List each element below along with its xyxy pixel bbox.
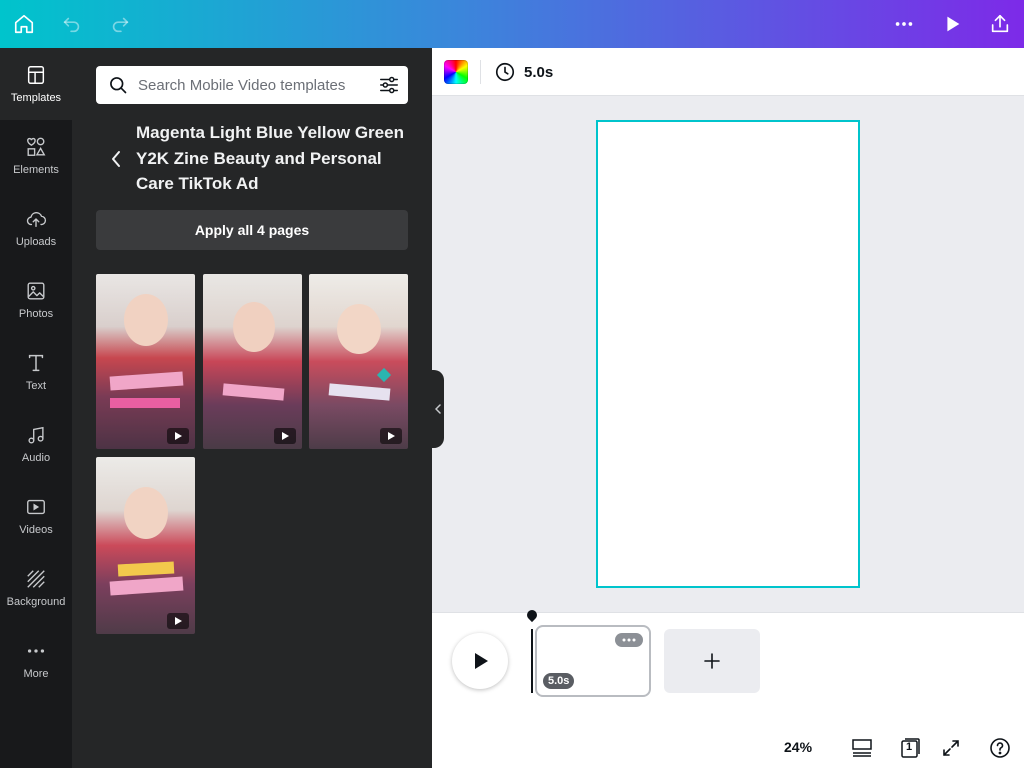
play-icon bbox=[947, 16, 960, 32]
search-box bbox=[96, 66, 408, 104]
more-dots-icon bbox=[24, 639, 48, 663]
video-badge bbox=[380, 428, 402, 444]
back-button[interactable] bbox=[106, 147, 126, 171]
chevron-left-icon bbox=[112, 151, 120, 167]
timeline-view-icon bbox=[852, 739, 872, 757]
template-page-thumbnail[interactable] bbox=[96, 274, 195, 449]
page-duration-badge: 5.0s bbox=[543, 673, 575, 689]
bottom-bar: 24% 1 bbox=[432, 728, 1024, 768]
duration-button[interactable]: 5.0s bbox=[494, 60, 553, 84]
rail-label: Elements bbox=[13, 164, 59, 176]
plus-icon bbox=[704, 653, 720, 669]
chevron-left-icon bbox=[435, 404, 441, 414]
rail-item-videos[interactable]: Videos bbox=[0, 480, 72, 552]
more-icon bbox=[895, 22, 913, 26]
rail-item-templates[interactable]: Templates bbox=[0, 48, 72, 120]
template-page-thumbnail[interactable] bbox=[309, 274, 408, 449]
undo-button[interactable] bbox=[48, 0, 96, 48]
timeline-play-button[interactable] bbox=[452, 633, 508, 689]
video-badge bbox=[167, 613, 189, 629]
photo-icon bbox=[24, 279, 48, 303]
play-icon bbox=[175, 432, 182, 440]
upload-cloud-icon bbox=[24, 207, 48, 231]
more-options-button[interactable] bbox=[880, 0, 928, 48]
music-note-icon bbox=[24, 423, 48, 447]
fullscreen-button[interactable] bbox=[939, 736, 963, 760]
rail-label: Background bbox=[6, 596, 66, 608]
design-page[interactable] bbox=[596, 120, 860, 588]
play-icon bbox=[475, 653, 488, 669]
text-icon bbox=[24, 351, 48, 375]
template-title: Magenta Light Blue Yellow Green Y2K Zine… bbox=[136, 123, 404, 193]
home-button[interactable] bbox=[0, 0, 48, 48]
rail-label: Photos bbox=[18, 308, 54, 320]
rail-label: Uploads bbox=[15, 236, 57, 248]
templates-icon bbox=[24, 63, 48, 87]
template-page-thumbnail[interactable] bbox=[96, 457, 195, 634]
toolbar-divider bbox=[480, 60, 481, 84]
rail-item-photos[interactable]: Photos bbox=[0, 264, 72, 336]
search-input[interactable] bbox=[138, 66, 368, 104]
apply-all-pages-button[interactable]: Apply all 4 pages bbox=[96, 210, 408, 250]
rail-item-background[interactable]: Background bbox=[0, 552, 72, 624]
undo-icon bbox=[63, 17, 80, 33]
background-color-button[interactable] bbox=[444, 60, 468, 84]
playhead-handle[interactable] bbox=[524, 607, 540, 623]
share-icon bbox=[991, 14, 1009, 33]
template-page-thumbnail[interactable] bbox=[203, 274, 302, 449]
timeline-page[interactable]: 5.0s bbox=[535, 625, 651, 697]
play-icon bbox=[388, 432, 395, 440]
editor-toolbar: 5.0s bbox=[432, 48, 1024, 96]
redo-button[interactable] bbox=[96, 0, 144, 48]
home-icon bbox=[14, 14, 34, 34]
rail-item-elements[interactable]: Elements bbox=[0, 120, 72, 192]
video-badge bbox=[274, 428, 296, 444]
search-icon bbox=[110, 77, 127, 94]
page-options-button[interactable] bbox=[615, 633, 643, 647]
redo-icon bbox=[112, 17, 129, 33]
playhead[interactable] bbox=[531, 629, 533, 693]
more-icon bbox=[622, 638, 636, 642]
notes-toggle-button[interactable] bbox=[850, 736, 874, 760]
page-count: 1 bbox=[906, 741, 913, 753]
collapse-panel-button[interactable] bbox=[432, 370, 444, 448]
clock-icon bbox=[495, 62, 515, 82]
duration-label: 5.0s bbox=[524, 63, 554, 81]
templates-panel: Magenta Light Blue Yellow Green Y2K Zine… bbox=[72, 48, 432, 768]
top-bar bbox=[0, 0, 1024, 48]
page-count-button[interactable]: 1 bbox=[898, 736, 922, 760]
play-icon bbox=[175, 617, 182, 625]
add-page-button[interactable] bbox=[664, 629, 760, 693]
background-hatch-icon bbox=[24, 567, 48, 591]
present-button[interactable] bbox=[928, 0, 976, 48]
expand-icon bbox=[943, 740, 959, 756]
filter-icon[interactable] bbox=[378, 74, 400, 96]
zoom-level[interactable]: 24% bbox=[784, 739, 812, 755]
rail-label: More bbox=[23, 668, 49, 680]
video-icon bbox=[24, 495, 48, 519]
video-badge bbox=[167, 428, 189, 444]
rail-item-more[interactable]: More bbox=[0, 624, 72, 696]
elements-icon bbox=[24, 135, 48, 159]
help-button[interactable] bbox=[988, 736, 1012, 760]
rail-label: Templates bbox=[10, 92, 62, 104]
rail-label: Text bbox=[25, 380, 47, 392]
rail-label: Audio bbox=[21, 452, 51, 464]
rail-item-audio[interactable]: Audio bbox=[0, 408, 72, 480]
rail-item-uploads[interactable]: Uploads bbox=[0, 192, 72, 264]
help-icon bbox=[990, 738, 1010, 758]
left-rail: Templates Elements Uploads Photos Text A… bbox=[0, 48, 72, 768]
play-icon bbox=[282, 432, 289, 440]
rail-label: Videos bbox=[19, 524, 53, 536]
rail-item-text[interactable]: Text bbox=[0, 336, 72, 408]
share-button[interactable] bbox=[976, 0, 1024, 48]
